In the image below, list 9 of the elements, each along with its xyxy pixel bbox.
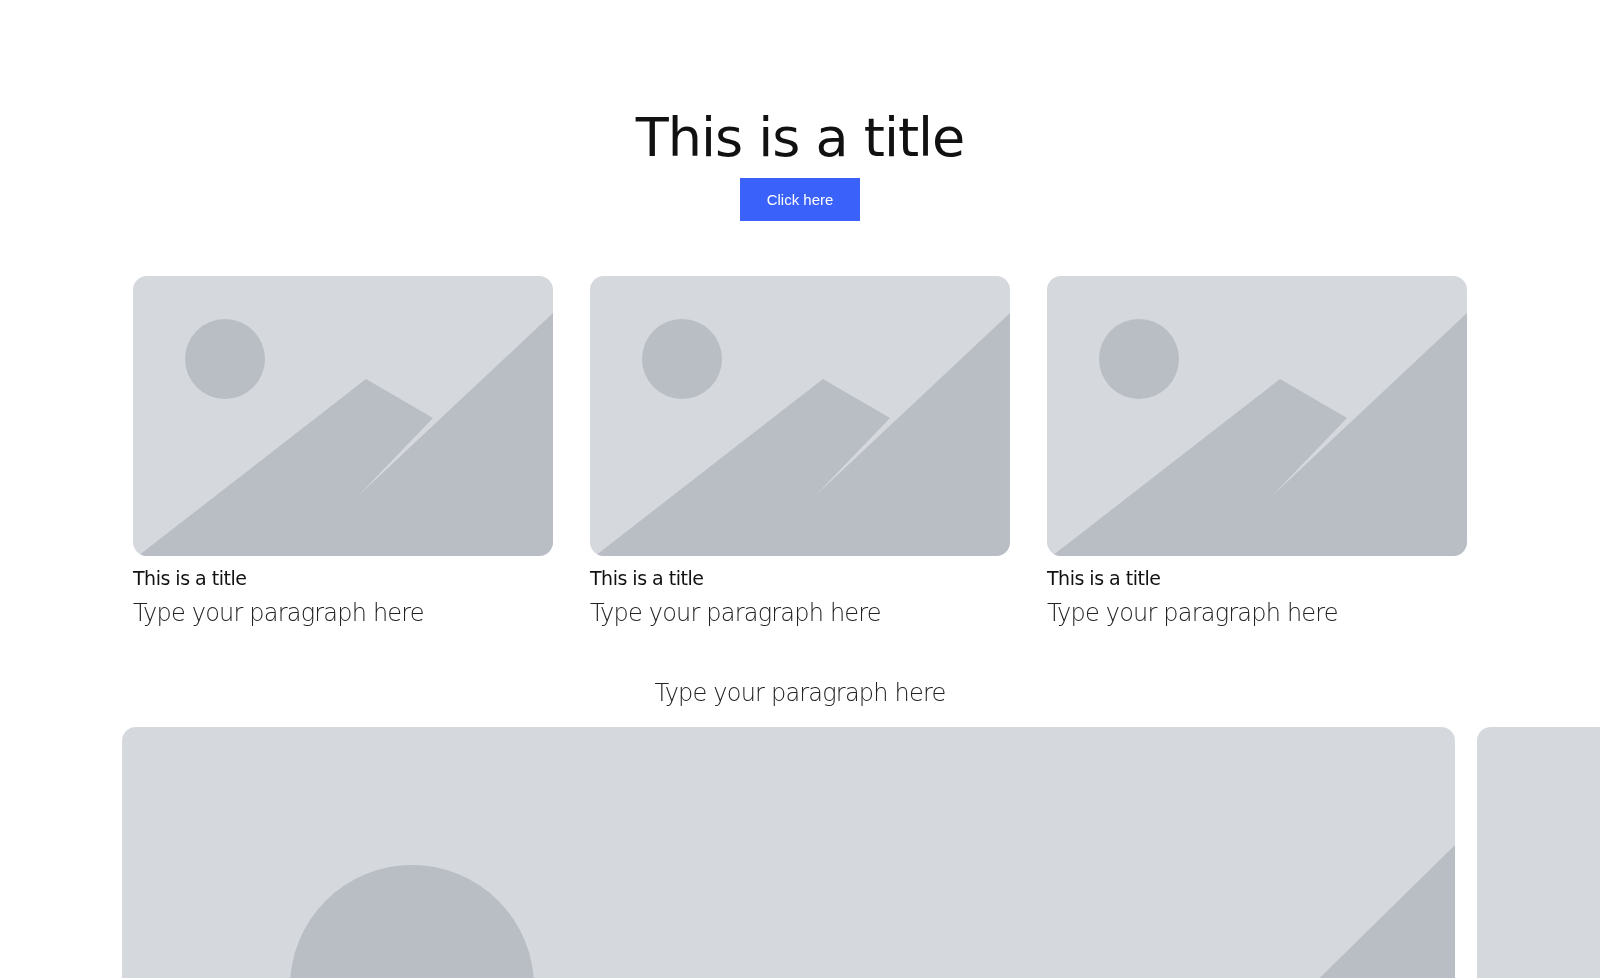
page-title: This is a title [635,105,965,171]
click-here-button[interactable]: Click here [740,178,860,221]
card-title: This is a title [590,567,705,589]
card-paragraph: Type your paragraph here [1047,599,1339,627]
card-title: This is a title [133,567,248,589]
card-paragraph: Type your paragraph here [133,599,425,627]
card-paragraph: Type your paragraph here [590,599,882,627]
gallery-caption: Type your paragraph here [654,679,946,707]
card-title: This is a title [1047,567,1162,589]
